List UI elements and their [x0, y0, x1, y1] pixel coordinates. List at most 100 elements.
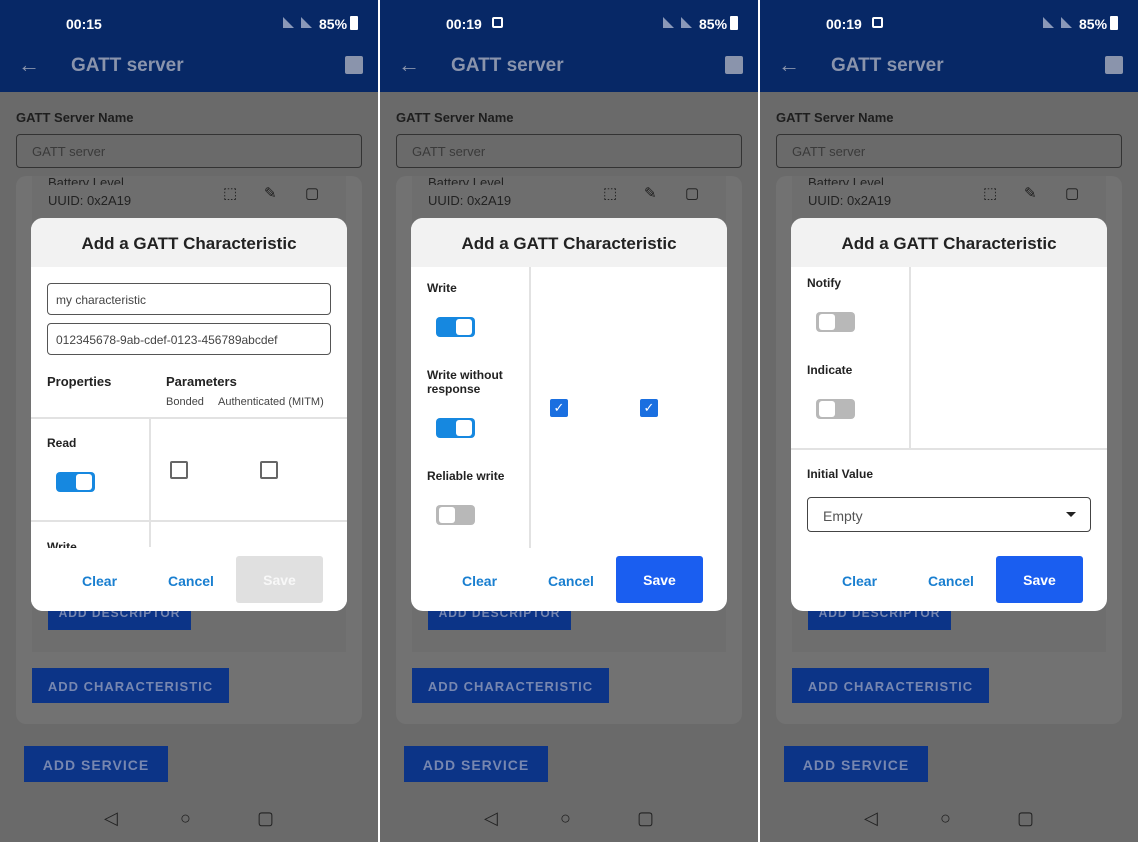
server-name-input[interactable]: GATT server	[396, 134, 742, 168]
characteristic-uuid-input[interactable]: 012345678-9ab-cdef-0123-456789abcdef	[47, 323, 331, 355]
characteristic-uuid: UUID: 0x2A19	[48, 193, 132, 208]
dialog-title: Add a GATT Characteristic	[31, 218, 347, 267]
clear-button[interactable]: Clear	[82, 573, 117, 589]
add-characteristic-dialog: Add a GATT Characteristic my characterist…	[31, 218, 347, 611]
initial-value-dropdown[interactable]: Empty	[807, 497, 1091, 532]
properties-header: Properties	[47, 374, 112, 389]
cancel-button[interactable]: Cancel	[548, 573, 594, 589]
app-bar: ← GATT server	[0, 46, 378, 92]
write-toggle[interactable]	[436, 317, 475, 337]
cancel-button[interactable]: Cancel	[168, 573, 214, 589]
write-label: Write	[47, 540, 77, 548]
characteristic-name: Battery Level	[48, 175, 124, 185]
delete-icon[interactable]: ▢	[685, 184, 699, 202]
notify-label: Notify	[807, 276, 841, 290]
nav-recents-icon[interactable]: ▢	[637, 808, 654, 829]
delete-icon[interactable]: ▢	[305, 184, 319, 202]
divider	[791, 448, 1107, 450]
edit-icon[interactable]: ✎	[264, 184, 277, 202]
battery-level: 85%	[319, 16, 348, 32]
add-service-button[interactable]: ADD SERVICE	[784, 746, 928, 782]
nav-back-icon[interactable]: ◁	[484, 808, 498, 829]
write-without-response-label: Write without response	[427, 368, 503, 396]
status-bar: 00:19 85%	[760, 0, 1138, 46]
back-arrow-icon[interactable]: ←	[778, 52, 800, 78]
clear-button[interactable]: Clear	[462, 573, 497, 589]
write-without-response-toggle[interactable]	[436, 418, 475, 438]
save-icon[interactable]	[1105, 56, 1123, 74]
add-characteristic-dialog: Add a GATT Characteristic Notify Indicate I…	[791, 218, 1107, 611]
app-title: GATT server	[71, 55, 184, 76]
clock: 00:19	[446, 16, 482, 32]
add-service-button[interactable]: ADD SERVICE	[404, 746, 548, 782]
add-service-button[interactable]: ADD SERVICE	[24, 746, 168, 782]
app-title: GATT server	[831, 55, 944, 76]
initial-value-label: Initial Value	[807, 467, 874, 481]
save-icon[interactable]	[345, 56, 363, 74]
read-toggle[interactable]	[56, 472, 95, 492]
reliable-write-label: Reliable write	[427, 469, 505, 483]
battery-icon	[350, 16, 358, 30]
battery-icon	[1110, 16, 1118, 30]
dialog-title: Add a GATT Characteristic	[411, 218, 727, 267]
characteristic-uuid: UUID: 0x2A19	[808, 193, 892, 208]
status-bar: 00:15 85%	[0, 0, 378, 46]
save-button[interactable]: Save	[996, 556, 1083, 603]
clear-button[interactable]: Clear	[842, 573, 877, 589]
divider	[31, 417, 347, 419]
nav-recents-icon[interactable]: ▢	[257, 808, 274, 829]
clock: 00:15	[66, 16, 102, 32]
write-mitm-checkbox[interactable]: ✓	[640, 399, 658, 417]
notify-toggle[interactable]	[816, 312, 855, 332]
back-arrow-icon[interactable]: ←	[398, 52, 420, 78]
cancel-button[interactable]: Cancel	[928, 573, 974, 589]
select-icon[interactable]: ⬚	[223, 184, 237, 202]
write-bonded-checkbox[interactable]: ✓	[550, 399, 568, 417]
read-label: Read	[47, 436, 77, 450]
read-mitm-checkbox[interactable]	[260, 461, 278, 479]
clock: 00:19	[826, 16, 862, 32]
save-button[interactable]: Save	[616, 556, 703, 603]
app-bar: ← GATT server	[760, 46, 1138, 92]
indicate-toggle[interactable]	[816, 399, 855, 419]
edit-icon[interactable]: ✎	[644, 184, 657, 202]
bonded-header: Bonded	[166, 396, 204, 408]
add-characteristic-button[interactable]: ADD CHARACTERISTIC	[32, 668, 229, 703]
save-icon[interactable]	[725, 56, 743, 74]
server-name-label: GATT Server Name	[396, 110, 514, 125]
save-button: Save	[236, 556, 323, 603]
write-label: Write	[427, 281, 457, 295]
no-sim-icon	[301, 17, 312, 28]
characteristic-uuid: UUID: 0x2A19	[428, 193, 512, 208]
edit-icon[interactable]: ✎	[1024, 184, 1037, 202]
server-name-label: GATT Server Name	[16, 110, 134, 125]
navigation-bar: ◁ ○ ▢	[760, 794, 1138, 842]
no-sim-icon	[283, 17, 294, 28]
nav-home-icon[interactable]: ○	[180, 808, 191, 829]
add-characteristic-button[interactable]: ADD CHARACTERISTIC	[792, 668, 989, 703]
phone-screen: 00:19 85% ← GATT server GATT Server Name GATT…	[380, 0, 758, 842]
no-sim-icon	[681, 17, 692, 28]
select-icon[interactable]: ⬚	[603, 184, 617, 202]
characteristic-name-input[interactable]: my characteristic	[47, 283, 331, 315]
divider	[529, 267, 531, 548]
authenticated-header: Authenticated (MITM)	[218, 396, 324, 408]
nav-back-icon[interactable]: ◁	[864, 808, 878, 829]
add-characteristic-button[interactable]: ADD CHARACTERISTIC	[412, 668, 609, 703]
back-arrow-icon[interactable]: ←	[18, 52, 40, 78]
nav-recents-icon[interactable]: ▢	[1017, 808, 1034, 829]
phone-screen: 00:15 85% ← GATT server GATT Server Name GATT…	[0, 0, 378, 842]
add-characteristic-dialog: Add a GATT Characteristic Write Write with…	[411, 218, 727, 611]
server-name-input[interactable]: GATT server	[16, 134, 362, 168]
nav-home-icon[interactable]: ○	[940, 808, 951, 829]
server-name-input[interactable]: GATT server	[776, 134, 1122, 168]
server-name-label: GATT Server Name	[776, 110, 894, 125]
battery-icon	[730, 16, 738, 30]
read-bonded-checkbox[interactable]	[170, 461, 188, 479]
reliable-write-toggle[interactable]	[436, 505, 475, 525]
select-icon[interactable]: ⬚	[983, 184, 997, 202]
nav-home-icon[interactable]: ○	[560, 808, 571, 829]
delete-icon[interactable]: ▢	[1065, 184, 1079, 202]
nav-back-icon[interactable]: ◁	[104, 808, 118, 829]
navigation-bar: ◁ ○ ▢	[0, 794, 378, 842]
